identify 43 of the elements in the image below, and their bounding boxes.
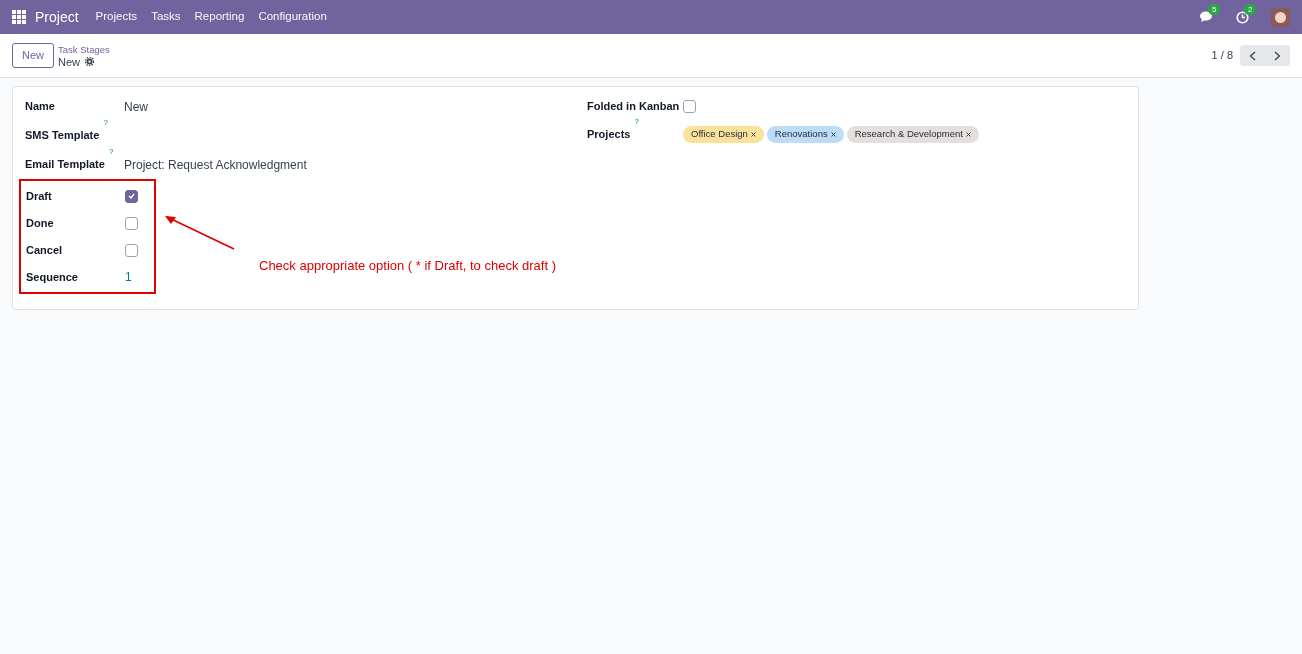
- chat-icon[interactable]: [1200, 11, 1214, 23]
- breadcrumb-link[interactable]: Task Stages: [58, 43, 110, 56]
- new-button[interactable]: New: [12, 43, 54, 68]
- checkbox[interactable]: [125, 243, 138, 257]
- field-label: Folded in Kanban: [587, 99, 681, 115]
- menu-item[interactable]: Configuration: [258, 8, 327, 26]
- field-label: Done: [26, 215, 54, 231]
- project-tag[interactable]: Renovations: [766, 126, 844, 143]
- checkbox[interactable]: [683, 100, 696, 113]
- remove-icon[interactable]: [830, 132, 836, 137]
- field-label: Projects: [587, 127, 631, 143]
- annotation-note: Check appropriate option ( * if Draft, to check draft ): [259, 257, 556, 275]
- app-title[interactable]: Project: [35, 6, 79, 28]
- project-tag[interactable]: Office Design: [683, 126, 764, 143]
- project-tag[interactable]: Research & Development: [846, 126, 979, 143]
- field-label: SMS Template: [25, 128, 100, 144]
- chevron-right-icon: [1274, 50, 1281, 61]
- pager-value: 1 / 8: [1211, 48, 1233, 64]
- field-value[interactable]: New: [124, 97, 148, 116]
- check-icon: [128, 193, 135, 199]
- avatar[interactable]: [1271, 7, 1290, 27]
- remove-icon[interactable]: [965, 132, 971, 137]
- field-value[interactable]: 1: [125, 268, 132, 286]
- annotation-arrow: [164, 214, 235, 250]
- remove-icon[interactable]: [750, 132, 756, 137]
- field-label: Email Template: [25, 157, 105, 173]
- field-label: Cancel: [26, 242, 63, 258]
- checkbox[interactable]: [125, 216, 138, 230]
- chevron-left-icon: [1249, 50, 1256, 61]
- checkbox[interactable]: [125, 189, 138, 203]
- record-title: New: [58, 55, 81, 68]
- field-label: Draft: [26, 188, 52, 204]
- clock-icon[interactable]: [1236, 10, 1249, 24]
- activity-count-badge: 2: [1244, 3, 1257, 15]
- field-label: Name: [25, 99, 55, 115]
- apps-grid-icon[interactable]: [12, 10, 26, 24]
- message-count-badge: 5: [1208, 4, 1221, 15]
- menu-item[interactable]: Reporting: [194, 8, 245, 26]
- menu-item[interactable]: Projects: [95, 8, 138, 26]
- settings-icon[interactable]: [85, 57, 95, 66]
- field-value[interactable]: Project: Request Acknowledgment: [124, 155, 307, 174]
- menu-item[interactable]: Tasks: [151, 8, 181, 26]
- field-label: Sequence: [26, 269, 78, 285]
